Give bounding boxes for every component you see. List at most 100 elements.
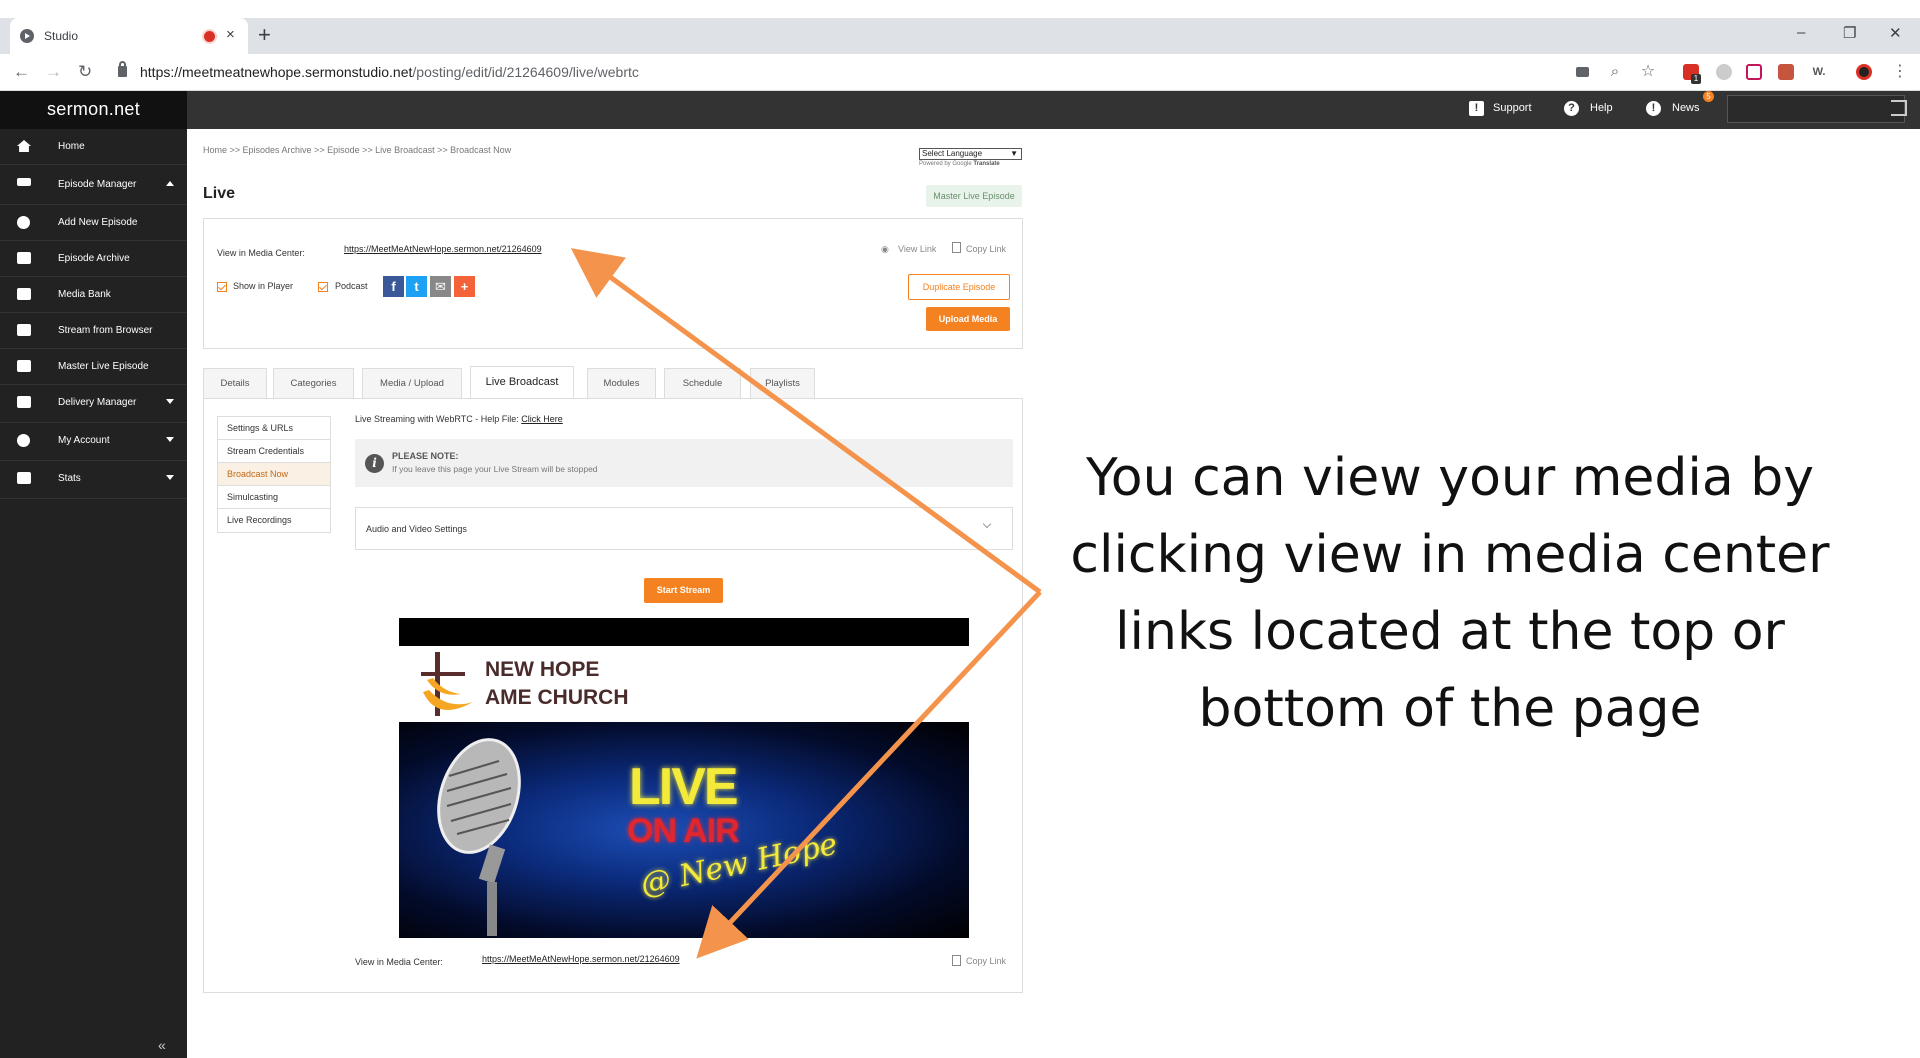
show-in-player-checkbox[interactable]: [217, 282, 227, 292]
back-arrow-icon[interactable]: ←: [13, 62, 30, 82]
church-name-line1: NEW HOPE: [485, 658, 600, 681]
sidebar-item-label: Stats: [58, 473, 81, 484]
google-translate-credit: Powered by Google Translate: [919, 161, 1000, 167]
chevron-down-icon: [166, 475, 174, 480]
camera-icon[interactable]: [1576, 67, 1589, 77]
reload-icon[interactable]: ↻: [78, 62, 92, 82]
url-host: https://meetmeatnewhope.sermonstudio.net: [140, 64, 413, 80]
url-field[interactable]: https://meetmeatnewhope.sermonstudio.net…: [140, 64, 639, 80]
subnav-simulcasting[interactable]: Simulcasting: [218, 486, 330, 509]
chevron-up-icon: [166, 181, 174, 186]
subnav-broadcast-now[interactable]: Broadcast Now: [218, 463, 330, 486]
copy-link-button[interactable]: Copy Link: [966, 244, 1006, 254]
help-link[interactable]: Help: [1590, 102, 1613, 114]
live-broadcast-panel: Settings & URLs Stream Credentials Broad…: [203, 398, 1023, 993]
news-icon[interactable]: !: [1646, 101, 1661, 116]
news-link[interactable]: News: [1672, 102, 1700, 114]
tab-categories[interactable]: Categories: [273, 368, 354, 399]
bottom-view-label: View in Media Center:: [355, 957, 443, 967]
sidebar-item-add-new-episode[interactable]: Add New Episode: [0, 205, 187, 241]
tab-close-icon[interactable]: ×: [226, 26, 235, 43]
restore-button[interactable]: ❐: [1843, 24, 1856, 42]
sidebar-item-master-live-episode[interactable]: Master Live Episode: [0, 349, 187, 385]
audio-video-settings-accordion[interactable]: Audio and Video Settings: [355, 507, 1013, 550]
lock-icon[interactable]: [118, 61, 127, 77]
podcast-checkbox[interactable]: [318, 282, 328, 292]
sermon-net-logo[interactable]: sermon.net: [0, 91, 187, 129]
sidebar-item-home[interactable]: Home: [0, 129, 187, 165]
help-icon[interactable]: ?: [1564, 101, 1579, 116]
sidebar-item-stats[interactable]: Stats: [0, 461, 187, 499]
extension-pocket-icon[interactable]: [1746, 64, 1762, 80]
collapse-sidebar-icon[interactable]: «: [158, 1037, 166, 1053]
stats-chart-icon: [17, 472, 31, 484]
help-click-here-link[interactable]: Click Here: [521, 414, 563, 424]
sidebar-item-episode-manager[interactable]: Episode Manager: [0, 165, 187, 205]
facebook-icon[interactable]: f: [383, 276, 404, 297]
powered-by-text: Powered by: [919, 161, 951, 167]
twitter-icon[interactable]: t: [406, 276, 427, 297]
view-link-button[interactable]: View Link: [898, 244, 936, 254]
subnav-settings-urls[interactable]: Settings & URLs: [218, 417, 330, 440]
upload-media-button[interactable]: Upload Media: [926, 307, 1010, 331]
extension-w-icon[interactable]: W.: [1809, 64, 1829, 80]
minimize-button[interactable]: –: [1797, 24, 1805, 41]
extension-gray-icon[interactable]: [1716, 64, 1732, 80]
add-circle-icon: [17, 216, 30, 229]
tab-schedule[interactable]: Schedule: [664, 368, 741, 399]
sidebar-item-media-bank[interactable]: Media Bank: [0, 277, 187, 313]
bottom-media-center-row: View in Media Center: https://MeetMeAtNe…: [355, 954, 680, 967]
live-subnav: Settings & URLs Stream Credentials Broad…: [217, 416, 331, 533]
duplicate-episode-button[interactable]: Duplicate Episode: [908, 274, 1010, 300]
church-name-line2: AME CHURCH: [485, 686, 629, 709]
extension-pdf-icon[interactable]: [1778, 64, 1794, 80]
header-search-input[interactable]: [1727, 95, 1905, 123]
subnav-stream-credentials[interactable]: Stream Credentials: [218, 440, 330, 463]
forward-arrow-icon[interactable]: →: [45, 62, 62, 82]
media-center-url-link[interactable]: https://MeetMeAtNewHope.sermon.net/21264…: [344, 244, 542, 254]
support-link[interactable]: Support: [1493, 102, 1532, 114]
language-select[interactable]: Select Language ▼: [919, 148, 1022, 160]
bookmark-star-icon[interactable]: ☆: [1640, 64, 1656, 80]
bottom-media-center-url-link[interactable]: https://MeetMeAtNewHope.sermon.net/21264…: [482, 954, 680, 964]
note-text: If you leave this page your Live Stream …: [392, 464, 598, 474]
google-text: Google: [952, 161, 972, 167]
translate-link[interactable]: Translate: [973, 161, 999, 167]
breadcrumb[interactable]: Home >> Episodes Archive >> Episode >> L…: [203, 145, 511, 155]
sidebar-item-stream-from-browser[interactable]: Stream from Browser: [0, 313, 187, 349]
tab-modules[interactable]: Modules: [587, 368, 656, 399]
start-stream-button[interactable]: Start Stream: [644, 578, 723, 603]
recording-indicator-icon: [204, 31, 215, 42]
app-header: ! Support ? Help ! News 5: [187, 91, 1920, 129]
chevron-down-icon: [166, 399, 174, 404]
tab-details[interactable]: Details: [203, 368, 267, 399]
video-preview: NEW HOPE AME CHURCH LIVE ON AIR @ New Ho…: [399, 618, 969, 938]
browser-tab[interactable]: Studio ×: [10, 18, 248, 54]
extension-circle-icon[interactable]: [1856, 64, 1872, 80]
menu-dots-icon[interactable]: ⋮: [1892, 64, 1908, 80]
logout-icon[interactable]: [1891, 100, 1907, 116]
master-live-episode-button[interactable]: Master Live Episode: [926, 185, 1022, 207]
sidebar-item-label: Episode Archive: [58, 253, 130, 264]
support-icon[interactable]: !: [1469, 101, 1484, 116]
window-close-button[interactable]: ✕: [1889, 24, 1902, 42]
subnav-live-recordings[interactable]: Live Recordings: [218, 509, 330, 532]
share-plus-icon[interactable]: +: [454, 276, 475, 297]
new-tab-button[interactable]: +: [258, 22, 271, 48]
sidebar-item-episode-archive[interactable]: Episode Archive: [0, 241, 187, 277]
episode-manager-icon: [17, 178, 31, 186]
sidebar-item-delivery-manager[interactable]: Delivery Manager: [0, 385, 187, 423]
bottom-copy-link-button[interactable]: Copy Link: [966, 956, 1006, 966]
sidebar-item-my-account[interactable]: My Account: [0, 423, 187, 461]
tab-live-broadcast[interactable]: Live Broadcast: [470, 366, 574, 399]
tab-media-upload[interactable]: Media / Upload: [362, 368, 462, 399]
view-in-media-center-label: View in Media Center:: [217, 248, 305, 258]
info-icon: i: [365, 454, 384, 473]
annotation-line: clicking view in media center: [1070, 525, 1830, 585]
zoom-icon[interactable]: ⌕: [1607, 64, 1623, 80]
tab-playlists[interactable]: Playlists: [750, 368, 815, 399]
audio-video-settings-label: Audio and Video Settings: [366, 524, 467, 534]
sidebar-item-label: Master Live Episode: [58, 361, 149, 372]
email-icon[interactable]: ✉: [430, 276, 451, 297]
extension-badge: 1: [1691, 74, 1701, 84]
